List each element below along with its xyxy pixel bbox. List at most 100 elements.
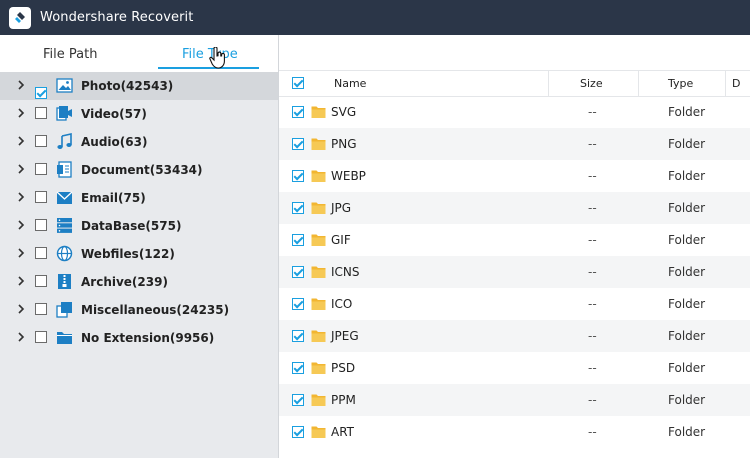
row-type: Folder xyxy=(668,169,706,183)
recoverit-logo-icon xyxy=(9,6,31,29)
tree-item-video[interactable]: Video(57) xyxy=(0,100,278,128)
webfiles-checkbox[interactable] xyxy=(35,247,47,259)
row-name: ICO xyxy=(331,297,353,311)
expand-arrow-icon[interactable] xyxy=(17,136,25,146)
row-name: SVG xyxy=(331,105,357,119)
folder-icon xyxy=(311,234,326,246)
row-checkbox[interactable] xyxy=(292,106,304,118)
tab-file-path[interactable]: File Path xyxy=(43,47,97,62)
table-header: Name Size Type D xyxy=(279,71,750,97)
expand-arrow-icon[interactable] xyxy=(17,220,25,230)
table-row[interactable]: PPM -- Folder xyxy=(279,384,750,416)
tree-item-archive[interactable]: Archive(239) xyxy=(0,268,278,296)
tree-item-webfiles[interactable]: Webfiles(122) xyxy=(0,240,278,268)
row-checkbox[interactable] xyxy=(292,394,304,406)
row-checkbox[interactable] xyxy=(292,234,304,246)
select-all-checkbox[interactable] xyxy=(292,77,304,89)
video-icon xyxy=(56,106,72,121)
column-name[interactable]: Name xyxy=(334,71,366,96)
expand-arrow-icon[interactable] xyxy=(17,276,25,286)
table-row[interactable]: PSD -- Folder xyxy=(279,352,750,384)
row-name: ART xyxy=(331,425,355,439)
document-checkbox[interactable] xyxy=(35,163,47,175)
tree-item-label: DataBase(575) xyxy=(81,219,182,233)
row-checkbox[interactable] xyxy=(292,426,304,438)
row-name: JPG xyxy=(331,201,352,215)
row-size: -- xyxy=(588,393,597,407)
row-size: -- xyxy=(588,169,597,183)
tree-item-database[interactable]: DataBase(575) xyxy=(0,212,278,240)
column-size[interactable]: Size xyxy=(580,71,603,96)
column-type[interactable]: Type xyxy=(668,71,693,96)
video-checkbox[interactable] xyxy=(35,107,47,119)
row-checkbox[interactable] xyxy=(292,362,304,374)
table-row[interactable]: ICO -- Folder xyxy=(279,288,750,320)
tree-item-photo[interactable]: Photo(42543) xyxy=(0,72,278,100)
row-type: Folder xyxy=(668,201,706,215)
row-name: PSD xyxy=(331,361,356,375)
file-list-toolbar xyxy=(279,35,750,71)
audio-checkbox[interactable] xyxy=(35,135,47,147)
tree-item-audio[interactable]: Audio(63) xyxy=(0,128,278,156)
archive-icon xyxy=(58,274,71,289)
row-type: Folder xyxy=(668,393,706,407)
column-divider[interactable] xyxy=(638,71,639,96)
expand-arrow-icon[interactable] xyxy=(17,248,25,258)
row-checkbox[interactable] xyxy=(292,330,304,342)
row-size: -- xyxy=(588,361,597,375)
row-size: -- xyxy=(588,425,597,439)
table-row[interactable]: ICNS -- Folder xyxy=(279,256,750,288)
row-type: Folder xyxy=(668,233,706,247)
tree-item-miscellaneous[interactable]: Miscellaneous(24235) xyxy=(0,296,278,324)
row-type: Folder xyxy=(668,105,706,119)
tree-item-label: No Extension(9956) xyxy=(81,331,215,345)
folder-icon xyxy=(311,426,326,438)
table-row[interactable]: JPG -- Folder xyxy=(279,192,750,224)
table-row[interactable]: JPEG -- Folder xyxy=(279,320,750,352)
row-checkbox[interactable] xyxy=(292,298,304,310)
row-size: -- xyxy=(588,329,597,343)
row-checkbox[interactable] xyxy=(292,170,304,182)
table-row[interactable]: WEBP -- Folder xyxy=(279,160,750,192)
tree-item-label: Video(57) xyxy=(81,107,147,121)
no-extension-checkbox[interactable] xyxy=(35,331,47,343)
expand-arrow-icon[interactable] xyxy=(17,164,25,174)
table-row[interactable]: ART -- Folder xyxy=(279,416,750,448)
folder-icon xyxy=(311,106,326,118)
folder-icon xyxy=(311,330,326,342)
row-size: -- xyxy=(588,201,597,215)
table-row[interactable]: GIF -- Folder xyxy=(279,224,750,256)
folder-icon xyxy=(311,266,326,278)
row-type: Folder xyxy=(668,297,706,311)
table-row[interactable]: SVG -- Folder xyxy=(279,96,750,128)
column-date[interactable]: D xyxy=(732,71,740,96)
column-divider[interactable] xyxy=(548,71,549,96)
expand-arrow-icon[interactable] xyxy=(17,80,25,90)
folder-icon xyxy=(311,298,326,310)
tree-item-label: Webfiles(122) xyxy=(81,247,175,261)
row-checkbox[interactable] xyxy=(292,202,304,214)
tree-item-no-extension[interactable]: No Extension(9956) xyxy=(0,324,278,352)
archive-checkbox[interactable] xyxy=(35,275,47,287)
audio-icon xyxy=(57,133,72,149)
expand-arrow-icon[interactable] xyxy=(17,332,25,342)
miscellaneous-checkbox[interactable] xyxy=(35,303,47,315)
folder-icon xyxy=(311,138,326,150)
database-checkbox[interactable] xyxy=(35,219,47,231)
expand-arrow-icon[interactable] xyxy=(17,304,25,314)
tree-item-label: Document(53434) xyxy=(81,163,203,177)
row-checkbox[interactable] xyxy=(292,266,304,278)
tree-item-label: Audio(63) xyxy=(81,135,148,149)
column-divider[interactable] xyxy=(725,71,726,96)
row-checkbox[interactable] xyxy=(292,138,304,150)
photo-checkbox[interactable] xyxy=(35,87,47,99)
expand-arrow-icon[interactable] xyxy=(17,108,25,118)
view-tabs: File Path File Type xyxy=(0,35,278,73)
email-checkbox[interactable] xyxy=(35,191,47,203)
folder-icon xyxy=(311,362,326,374)
tree-item-document[interactable]: Document(53434) xyxy=(0,156,278,184)
tree-item-email[interactable]: Email(75) xyxy=(0,184,278,212)
expand-arrow-icon[interactable] xyxy=(17,192,25,202)
table-row[interactable]: PNG -- Folder xyxy=(279,128,750,160)
row-name: ICNS xyxy=(331,265,360,279)
